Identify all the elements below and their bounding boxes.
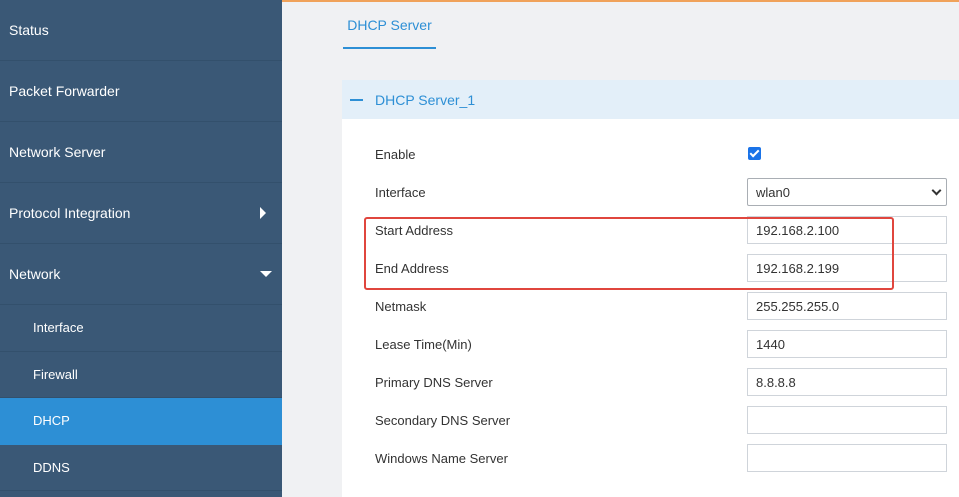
sidebar-subitem-ddns[interactable]: DDNS — [0, 445, 282, 491]
panel-header[interactable]: DHCP Server_1 — [342, 80, 959, 119]
interface-row: Interface wlan0 — [342, 173, 959, 211]
panel-title: DHCP Server_1 — [375, 91, 476, 108]
tab-label: DHCP Server — [347, 16, 432, 33]
sidebar-item-label: Protocol Integration — [9, 205, 131, 221]
sidebar-subitem-label: DHCP — [33, 413, 70, 429]
sidebar-item-label: Status — [9, 22, 49, 38]
enable-row: Enable — [342, 135, 959, 173]
lease-time-row: Lease Time(Min) 1440 — [342, 325, 959, 363]
windows-name-server-input[interactable] — [747, 444, 947, 472]
primary-dns-row: Primary DNS Server 8.8.8.8 — [342, 363, 959, 401]
sidebar-subitem-firewall[interactable]: Firewall — [0, 352, 282, 398]
sidebar-item-network-server[interactable]: Network Server — [0, 122, 282, 183]
start-address-row: Start Address 192.168.2.100 — [342, 211, 959, 249]
enable-checkbox[interactable] — [748, 147, 761, 160]
sidebar-subitem-label: Interface — [33, 320, 84, 336]
main-content: DHCP Server_1 Enable Interface wlan0 Sta… — [282, 49, 959, 497]
sidebar-item-status[interactable]: Status — [0, 0, 282, 61]
lease-time-label: Lease Time(Min) — [375, 336, 472, 352]
sidebar: Status Packet Forwarder Network Server P… — [0, 0, 282, 497]
windows-name-server-label: Windows Name Server — [375, 450, 508, 466]
caret-right-icon — [260, 207, 266, 219]
start-address-input[interactable]: 192.168.2.100 — [747, 216, 947, 244]
interface-label: Interface — [375, 184, 426, 200]
netmask-row: Netmask 255.255.255.0 — [342, 287, 959, 325]
secondary-dns-row: Secondary DNS Server — [342, 401, 959, 439]
interface-select-value: wlan0 — [756, 184, 790, 200]
sidebar-subitem-label: Firewall — [33, 366, 78, 382]
sidebar-subitem-label: DDNS — [33, 459, 70, 475]
tab-dhcp-server[interactable]: DHCP Server — [343, 2, 436, 49]
primary-dns-label: Primary DNS Server — [375, 374, 493, 390]
sidebar-item-network[interactable]: Network — [0, 244, 282, 305]
end-address-row: End Address 192.168.2.199 — [342, 249, 959, 287]
start-address-label: Start Address — [375, 222, 454, 238]
tab-bar: DHCP Server — [282, 2, 959, 49]
lease-time-input[interactable]: 1440 — [747, 330, 947, 358]
sidebar-item-label: Network — [9, 266, 61, 282]
netmask-label: Netmask — [375, 298, 427, 314]
primary-dns-input[interactable]: 8.8.8.8 — [747, 368, 947, 396]
end-address-label: End Address — [375, 260, 449, 276]
windows-name-server-row: Windows Name Server — [342, 439, 959, 477]
interface-select[interactable]: wlan0 — [747, 178, 947, 206]
secondary-dns-label: Secondary DNS Server — [375, 412, 511, 428]
sidebar-subitem-interface[interactable]: Interface — [0, 305, 282, 352]
sidebar-item-label: Network Server — [9, 144, 106, 160]
netmask-input[interactable]: 255.255.255.0 — [747, 292, 947, 320]
app-window: Status Packet Forwarder Network Server P… — [0, 0, 959, 497]
enable-label: Enable — [375, 146, 416, 162]
collapse-icon[interactable] — [350, 98, 363, 101]
sidebar-subitem-dhcp[interactable]: DHCP — [0, 398, 282, 445]
end-address-input[interactable]: 192.168.2.199 — [747, 254, 947, 282]
sidebar-item-protocol-integration[interactable]: Protocol Integration — [0, 183, 282, 244]
secondary-dns-input[interactable] — [747, 406, 947, 434]
caret-down-icon — [260, 271, 272, 277]
dhcp-server-panel: DHCP Server_1 Enable Interface wlan0 Sta… — [342, 80, 959, 497]
sidebar-item-label: Packet Forwarder — [9, 83, 120, 99]
chevron-down-icon — [931, 185, 942, 196]
sidebar-item-packet-forwarder[interactable]: Packet Forwarder — [0, 61, 282, 122]
